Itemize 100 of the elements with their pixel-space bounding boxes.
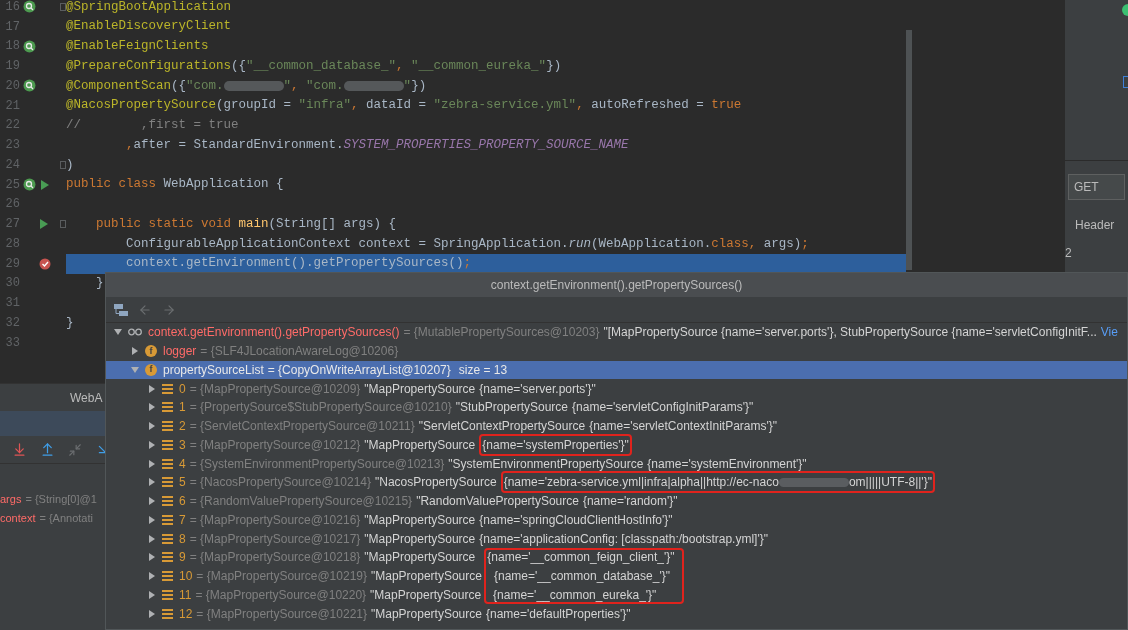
line-number: 32 bbox=[4, 314, 20, 332]
code-line: // ,first = true bbox=[66, 117, 239, 134]
tree-row[interactable]: 9 = {MapPropertySource@10218} "MapPropertySource {name='__common_feign_client_'}" bbox=[106, 548, 1127, 567]
list-element-icon bbox=[162, 383, 173, 394]
list-element-icon bbox=[162, 608, 173, 619]
popup-title: context.getEnvironment().getPropertySources() bbox=[490, 277, 743, 294]
collapsed-arrow-icon[interactable] bbox=[131, 347, 139, 356]
code-line: @ComponentScan({"com. ", "com. "}) bbox=[66, 77, 427, 95]
element-index: 3 bbox=[179, 436, 186, 454]
field-icon: f bbox=[145, 345, 157, 358]
bean-icon[interactable] bbox=[23, 39, 36, 53]
tree-row[interactable]: 5 = {NacosPropertySource@10214} "NacosPropertySource {name='zebra-service.yml|infra|alpha||http://ec-naco om|||||UTF-8||'}" bbox=[106, 473, 1127, 492]
tree-row[interactable]: 2 = {ServletContextPropertySource@10211} "ServletContextPropertySource {name='servletContextInitParams'}" bbox=[106, 416, 1127, 436]
element-index: 12 bbox=[179, 605, 193, 623]
line-number: 22 bbox=[4, 117, 20, 135]
scrollbar[interactable] bbox=[906, 30, 912, 270]
variable-name: logger bbox=[163, 343, 197, 361]
object-reference: = {MapPropertySource@10217} bbox=[189, 530, 361, 548]
bean-icon[interactable] bbox=[23, 79, 36, 93]
tree-row[interactable]: 11 = {MapPropertySource@10220} "MapPropertySource {name='__common_eureka_'}" bbox=[106, 585, 1127, 605]
bean-icon[interactable] bbox=[23, 0, 36, 14]
code-line: } bbox=[95, 275, 104, 292]
list-element-icon bbox=[162, 533, 173, 544]
step-out-icon[interactable] bbox=[40, 442, 55, 457]
object-reference: = {MapPropertySource@10220} bbox=[195, 586, 367, 604]
value-text: {name='servletContextInitParams'}" bbox=[589, 418, 778, 436]
panel-tab[interactable]: WebA bbox=[70, 388, 103, 407]
line-number: 18 bbox=[4, 38, 20, 56]
value-text: "MapPropertySource bbox=[364, 436, 476, 454]
tree-row[interactable]: 12 = {MapPropertySource@10221} "MapPropertySource {name='defaultProperties'}" bbox=[106, 604, 1127, 623]
tree-row[interactable]: f logger = {SLF4JLocationAwareLog@10206} bbox=[106, 341, 1127, 361]
method-field[interactable]: GET bbox=[1068, 174, 1125, 200]
run-icon[interactable] bbox=[40, 178, 50, 191]
collapsed-arrow-icon[interactable] bbox=[148, 384, 156, 393]
object-reference: = {RandomValuePropertySource@10215} bbox=[189, 493, 413, 511]
object-reference: = {Annotati bbox=[39, 511, 93, 527]
bean-icon[interactable] bbox=[23, 178, 36, 192]
tree-row[interactable]: context.getEnvironment().getPropertySources() = {MutablePropertySources@10203} "[MapPropertySource {name='server.ports'}, StubPropertySource {name='servletConfigInitF... Vie bbox=[106, 323, 1127, 342]
tree-row[interactable]: 8 = {MapPropertySource@10217} "MapPropertySource {name='applicationConfig: [classpath:/bootstrap.yml]'}" bbox=[106, 529, 1127, 548]
element-index: 4 bbox=[179, 455, 186, 473]
value-text: {name='__common_feign_client_'}" bbox=[487, 549, 675, 567]
watch-icon bbox=[128, 328, 142, 337]
variable-name: args bbox=[0, 492, 22, 508]
code-line: @EnableFeignClients bbox=[66, 38, 209, 55]
line-number: 24 bbox=[4, 156, 20, 174]
header-tab[interactable]: Header bbox=[1068, 216, 1125, 234]
object-reference: = {MapPropertySource@10216} bbox=[189, 511, 361, 529]
tree-row[interactable]: 3 = {MapPropertySource@10212} "MapPropertySource {name='systemProperties'}" bbox=[106, 435, 1127, 455]
element-index: 2 bbox=[179, 418, 186, 436]
collapsed-arrow-icon[interactable] bbox=[148, 609, 156, 618]
tree-row[interactable]: 7 = {MapPropertySource@10216} "MapPropertySource {name='springCloudClientHostInfo'}" bbox=[106, 510, 1127, 530]
line-number: 25 bbox=[4, 176, 20, 194]
selected-tree-row[interactable]: f propertySourceList = {CopyOnWriteArrayList@10207} size = 13 bbox=[106, 360, 1127, 380]
run-icon[interactable] bbox=[39, 218, 49, 231]
breakpoint-icon[interactable] bbox=[39, 257, 51, 270]
field-icon: f bbox=[145, 363, 157, 376]
collapsed-arrow-icon[interactable] bbox=[148, 534, 156, 543]
line-number: 23 bbox=[4, 137, 20, 155]
list-element-icon bbox=[162, 402, 173, 413]
value-text: "MapPropertySource bbox=[371, 605, 482, 623]
line-number: 29 bbox=[4, 255, 20, 273]
bracket-icon[interactable] bbox=[1123, 76, 1128, 88]
tree-row[interactable]: 1 = {PropertySource$StubPropertySource@10210} "StubPropertySource {name='servletConfigInitParams'}" bbox=[106, 398, 1127, 417]
object-reference: = {NacosPropertySource@10214} bbox=[189, 474, 371, 492]
object-reference: = {MapPropertySource@10212} bbox=[189, 436, 361, 454]
value-text: {name='__common_eureka_'}" bbox=[493, 586, 657, 604]
element-index: 10 bbox=[179, 568, 193, 586]
tree-row[interactable]: 0 = {MapPropertySource@10209} "MapPropertySource {name='server.ports'}" bbox=[106, 379, 1127, 398]
object-reference: = {String[0]@1 bbox=[25, 492, 97, 508]
code-line: } bbox=[66, 314, 74, 332]
element-index: 6 bbox=[179, 493, 186, 511]
code-line: @EnableDiscoveryClient bbox=[66, 18, 232, 36]
step-over-icon[interactable] bbox=[12, 442, 27, 457]
element-index: 1 bbox=[179, 399, 186, 417]
value-text: "MapPropertySource bbox=[371, 568, 482, 586]
object-reference: = {SLF4JLocationAwareLog@10206} bbox=[200, 343, 399, 361]
tree-row[interactable]: 10 = {MapPropertySource@10219} "MapPropertySource {name='__common_database_'}" bbox=[106, 566, 1127, 586]
list-element-icon bbox=[162, 421, 173, 432]
collapsed-arrow-icon[interactable] bbox=[148, 403, 156, 412]
value-text: "MapPropertySource bbox=[364, 549, 476, 567]
expanded-arrow-icon[interactable] bbox=[114, 328, 122, 337]
list-element-icon bbox=[162, 439, 173, 450]
variable-name: context bbox=[0, 511, 36, 527]
view-link[interactable]: Vie bbox=[1100, 323, 1118, 342]
collapsed-arrow-icon[interactable] bbox=[148, 478, 156, 487]
tree-row[interactable]: 4 = {SystemEnvironmentPropertySource@10213} "SystemEnvironmentPropertySource {name='systemEnvironment'}" bbox=[106, 454, 1127, 473]
value-text: {name='systemEnvironment'}" bbox=[647, 455, 807, 473]
collapsed-arrow-icon[interactable] bbox=[148, 553, 156, 562]
collapsed-arrow-icon[interactable] bbox=[148, 459, 156, 468]
tree-row[interactable]: 6 = {RandomValuePropertySource@10215} "RandomValuePropertySource {name='random'}" bbox=[106, 491, 1127, 511]
row-number: 2 bbox=[1065, 245, 1073, 262]
tree-structure-icon[interactable] bbox=[114, 303, 128, 316]
code-line: ) bbox=[66, 156, 74, 174]
value-text: {name='springCloudClientHostInfo'}" bbox=[479, 511, 673, 529]
value-text: {name='defaultProperties'}" bbox=[485, 605, 631, 623]
code-line: ,after = StandardEnvironment.SYSTEM_PROPERTIES_PROPERTY_SOURCE_NAME bbox=[125, 136, 629, 154]
list-element-icon bbox=[162, 514, 173, 525]
value-text: "MapPropertySource bbox=[370, 586, 482, 604]
value-text: "ServletContextPropertySource bbox=[418, 418, 586, 436]
value-text: {name='servletConfigInitParams'}" bbox=[572, 399, 754, 417]
